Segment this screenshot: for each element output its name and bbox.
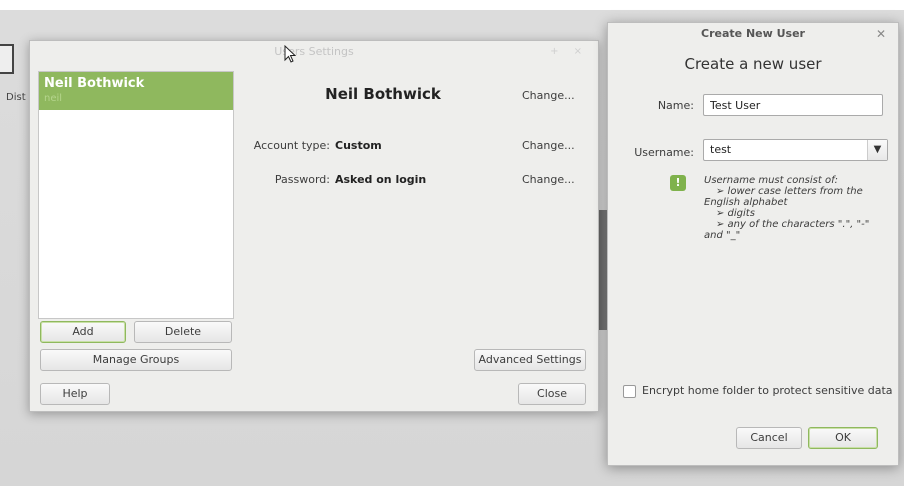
mouse-cursor-icon: [284, 45, 297, 63]
hint-line: ➢ any of the characters ".", "-": [716, 219, 870, 230]
create-dialog-heading: Create a new user: [684, 55, 822, 73]
name-label: Name:: [657, 99, 694, 112]
user-list-item-name: Neil Bothwick: [44, 76, 145, 91]
account-type-value: Custom: [335, 139, 382, 152]
advanced-settings-button[interactable]: Advanced Settings: [474, 349, 586, 371]
username-label: Username:: [634, 146, 694, 159]
hint-line: and "_": [704, 230, 741, 241]
user-list-item-subtitle: neil: [44, 93, 63, 104]
create-user-dialog: Create New User ✕ Create a new user Name…: [607, 22, 899, 466]
change-name-link[interactable]: Change...: [522, 89, 575, 102]
username-hint: Username must consist of: ➢ lower case l…: [704, 175, 884, 241]
top-panel: [0, 0, 904, 10]
encrypt-checkbox[interactable]: [623, 385, 636, 398]
username-value: test: [710, 143, 732, 156]
hint-line: ➢ lower case letters from the: [716, 186, 863, 197]
change-account-type-link[interactable]: Change...: [522, 139, 575, 152]
chevron-down-icon[interactable]: ▼: [867, 140, 887, 160]
encrypt-label[interactable]: Encrypt home folder to protect sensitive…: [642, 384, 893, 397]
password-value: Asked on login: [335, 173, 427, 186]
cancel-button[interactable]: Cancel: [736, 427, 802, 449]
account-type-label: Account type:: [253, 139, 330, 152]
users-window-titlebar[interactable]: Users Settings + ×: [30, 41, 598, 63]
users-settings-window: Users Settings + × Neil Bothwick neil Ad…: [29, 40, 599, 412]
ok-button[interactable]: OK: [808, 427, 878, 449]
help-button[interactable]: Help: [40, 383, 110, 405]
create-dialog-title: Create New User: [701, 27, 805, 40]
desktop-icon-label[interactable]: Dist: [6, 92, 26, 103]
close-icon[interactable]: ✕: [876, 23, 886, 45]
window-controls[interactable]: + ×: [550, 41, 588, 63]
desktop-drive-icon[interactable]: [0, 44, 14, 74]
hint-line: ➢ digits: [716, 208, 755, 219]
change-password-link[interactable]: Change...: [522, 173, 575, 186]
create-dialog-titlebar[interactable]: Create New User ✕: [608, 23, 898, 45]
selected-user-name: Neil Bothwick: [325, 85, 441, 103]
user-list-item[interactable]: Neil Bothwick neil: [39, 72, 233, 110]
hint-line: Username must consist of:: [704, 175, 838, 186]
user-list[interactable]: Neil Bothwick neil: [38, 71, 234, 319]
username-combo[interactable]: test ▼: [703, 139, 888, 161]
manage-groups-button[interactable]: Manage Groups: [40, 349, 232, 371]
password-label: Password:: [274, 173, 330, 186]
delete-button[interactable]: Delete: [134, 321, 232, 343]
info-icon: !: [670, 175, 686, 191]
close-button[interactable]: Close: [518, 383, 586, 405]
hint-line: English alphabet: [704, 197, 788, 208]
name-field[interactable]: [703, 94, 883, 116]
add-button[interactable]: Add: [40, 321, 126, 343]
